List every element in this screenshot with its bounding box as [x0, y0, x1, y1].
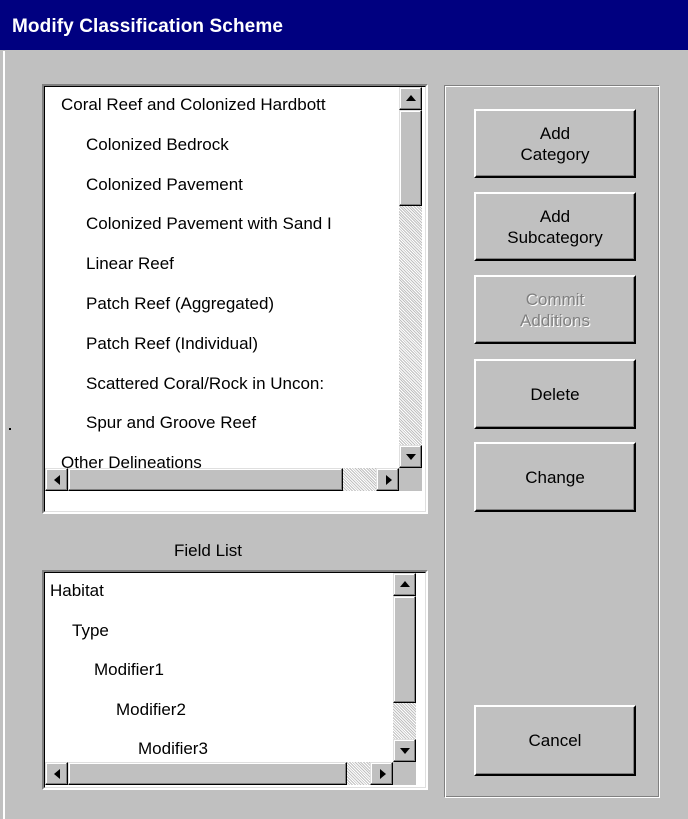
field-scroll-down-button[interactable]	[393, 739, 416, 762]
classification-tree-item[interactable]: Colonized Pavement	[86, 175, 243, 195]
scroll-up-arrow-icon	[406, 95, 416, 101]
classification-tree[interactable]: Coral Reef and Colonized Hardbott Coloniz…	[42, 84, 428, 514]
scroll-down-arrow-icon	[406, 454, 416, 460]
tree-hscroll-thumb[interactable]	[68, 468, 343, 491]
field-list-label: Field List	[174, 541, 243, 560]
field-scroll-up-button[interactable]	[393, 573, 416, 596]
field-scroll-thumb[interactable]	[393, 596, 416, 703]
classification-tree-item[interactable]: Spur and Groove Reef	[86, 413, 256, 433]
cancel-label: Cancel	[528, 731, 582, 750]
field-hscroll-thumb[interactable]	[68, 762, 347, 785]
add-subcategory-button[interactable]: Add Subcategory	[474, 192, 636, 261]
classification-tree-item[interactable]: Coral Reef and Colonized Hardbott	[61, 95, 326, 115]
classification-tree-item[interactable]: Scattered Coral/Rock in Uncon:	[86, 374, 324, 394]
commit-additions-button: Commit Additions	[474, 275, 636, 344]
delete-button[interactable]: Delete	[474, 359, 636, 429]
classification-tree-item[interactable]: Linear Reef	[86, 254, 174, 274]
classification-tree-item[interactable]: Colonized Pavement with Sand I	[86, 214, 332, 234]
field-list-item[interactable]: Modifier3	[138, 739, 208, 759]
field-list-item[interactable]: Habitat	[50, 581, 104, 601]
scroll-left-arrow-icon	[54, 475, 60, 485]
field-scroll-right-button[interactable]	[370, 762, 393, 785]
stray-dot	[9, 428, 11, 430]
tree-scroll-left-button[interactable]	[45, 468, 68, 491]
tree-horizontal-scrollbar[interactable]	[45, 468, 399, 491]
scroll-left-arrow-icon	[54, 769, 60, 779]
change-button[interactable]: Change	[474, 442, 636, 512]
scroll-right-arrow-icon	[386, 475, 392, 485]
tree-scroll-thumb[interactable]	[399, 110, 422, 206]
field-list-item[interactable]: Modifier1	[94, 660, 164, 680]
scroll-down-arrow-icon	[400, 748, 410, 754]
scroll-right-arrow-icon	[380, 769, 386, 779]
tree-scroll-up-button[interactable]	[399, 87, 422, 110]
change-label: Change	[525, 467, 585, 487]
delete-label: Delete	[530, 384, 580, 404]
field-vertical-scrollbar[interactable]	[393, 573, 416, 762]
window-title: Modify Classification Scheme	[0, 0, 688, 50]
tree-scroll-corner	[399, 468, 422, 491]
add-category-label: Add Category	[520, 123, 590, 164]
classification-tree-item[interactable]: Patch Reef (Aggregated)	[86, 294, 274, 314]
cancel-button[interactable]: Cancel	[474, 705, 636, 776]
add-category-button[interactable]: Add Category	[474, 109, 636, 178]
tree-scroll-right-button[interactable]	[376, 468, 399, 491]
commit-additions-label: Commit Additions	[520, 289, 590, 330]
field-list-item[interactable]: Modifier2	[116, 700, 186, 720]
classification-tree-item[interactable]: Patch Reef (Individual)	[86, 334, 258, 354]
field-horizontal-scrollbar[interactable]	[45, 762, 393, 785]
field-list[interactable]: Habitat Type Modifier1 Modifier2 Modifier3	[42, 570, 428, 790]
field-list-item[interactable]: Type	[72, 621, 109, 641]
field-scroll-left-button[interactable]	[45, 762, 68, 785]
add-subcategory-label: Add Subcategory	[507, 206, 603, 247]
field-scroll-corner	[393, 762, 416, 785]
classification-tree-item[interactable]: Colonized Bedrock	[86, 135, 229, 155]
tree-scroll-down-button[interactable]	[399, 445, 422, 468]
scroll-up-arrow-icon	[400, 581, 410, 587]
tree-vertical-scrollbar[interactable]	[399, 87, 422, 468]
